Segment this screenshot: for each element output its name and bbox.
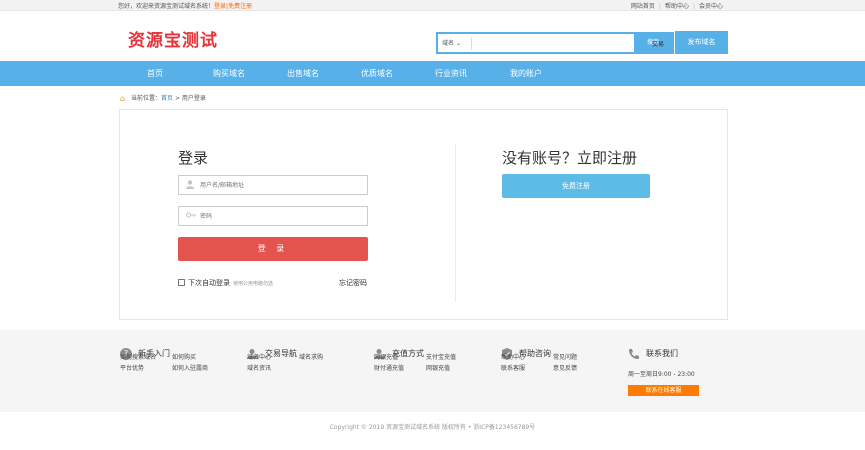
- user-icon: [186, 180, 194, 192]
- footer-row: 域名资讯: [247, 363, 323, 374]
- key-icon: [186, 211, 196, 222]
- footer-col-contact: 联系我们 周一至周日9:00 - 23:00 联系在线客服: [628, 347, 699, 396]
- footer-links-help: 帮助中心 常见问题 联系客服 意见反馈: [501, 352, 577, 374]
- footer-links-beginner: 如何搜索域名 如何购买 平台优势 如何入驻露商: [120, 352, 208, 374]
- service-hours: 周一至周日9:00 - 23:00: [628, 371, 695, 378]
- forgot-password-link[interactable]: 忘记密码: [339, 278, 367, 288]
- footer-link[interactable]: 如何搜索域名: [120, 352, 172, 363]
- footer-row: 财付通充值 网银充值: [374, 363, 456, 374]
- nav-buy-domain[interactable]: 购买域名: [213, 61, 245, 86]
- breadcrumb-prefix: 当前位置：: [131, 95, 162, 102]
- footer-link[interactable]: 域名中心: [247, 352, 299, 363]
- breadcrumb: ⌂ 当前位置：首页 > 用户登录: [120, 93, 206, 103]
- footer-link[interactable]: 平台优势: [120, 363, 172, 374]
- footer-row: 平台优势 如何入驻露商: [120, 363, 208, 374]
- footer-link[interactable]: 联系客服: [501, 363, 553, 374]
- footer-link[interactable]: 网银充值: [374, 352, 426, 363]
- footer-link[interactable]: 帮助中心: [501, 352, 553, 363]
- divider: |: [692, 3, 695, 10]
- login-panel: 登录 登 录 下次自动登录使用公用电脑勿选 忘记密码 没有账号？立即注册 免费注…: [119, 109, 728, 320]
- footer-title: 联系我们: [646, 349, 678, 358]
- top-right-links: 网站首页 | 帮助中心 | 会员中心: [631, 1, 723, 10]
- phone-icon-svg: [629, 348, 639, 359]
- remember-me[interactable]: 下次自动登录 使用公用电脑勿选: [178, 278, 273, 288]
- remember-checkbox[interactable]: [178, 279, 185, 286]
- free-register-button[interactable]: 免费注册: [502, 174, 650, 198]
- nav-my-account[interactable]: 我的账户: [510, 61, 542, 86]
- divider: |: [658, 3, 661, 10]
- copyright-text: Copyright © 2019 资源宝测试域名系统 版权所有 • 浙ICP备1…: [329, 424, 536, 431]
- breadcrumb-current: 用户登录: [181, 95, 206, 102]
- remember-label: 下次自动登录: [188, 279, 230, 287]
- footer-links-trade: 域名中心 域名求购 域名资讯: [247, 352, 323, 374]
- breadcrumb-separator: >: [173, 95, 182, 102]
- key-icon-svg: [186, 212, 196, 218]
- trade-link[interactable]: 交易: [652, 39, 664, 48]
- site-logo[interactable]: 资源宝测试: [128, 26, 218, 51]
- username-field[interactable]: [178, 175, 368, 195]
- online-service-button[interactable]: 联系在线客服: [628, 385, 699, 396]
- footer-row: 帮助中心 常见问题: [501, 352, 577, 363]
- publish-domain-button[interactable]: 发布域名: [675, 31, 728, 54]
- footer-row: 域名中心 域名求购: [247, 352, 323, 363]
- remember-hint: 使用公用电脑勿选: [233, 281, 274, 287]
- search-type-select[interactable]: 域名 ⌄: [440, 37, 472, 50]
- top-bar: 您好，欢迎来资源宝测试域名系统！登录|免费注册 网站首页 | 帮助中心 | 会员中心: [0, 0, 865, 11]
- nav-premium-domain[interactable]: 优质域名: [361, 61, 393, 86]
- footer-link[interactable]: 支付宝充值: [426, 354, 456, 361]
- search-input[interactable]: [474, 36, 608, 51]
- phone-icon: [628, 348, 640, 360]
- help-center-link[interactable]: 帮助中心: [665, 3, 689, 10]
- search-type-value: 域名: [442, 40, 455, 47]
- panel-divider: [455, 144, 456, 302]
- home-icon: ⌂: [120, 94, 126, 103]
- footer-link[interactable]: 如何入驻露商: [172, 365, 208, 372]
- member-center-link[interactable]: 会员中心: [699, 3, 723, 10]
- nav-home[interactable]: 首页: [147, 61, 163, 86]
- footer: ? 新手入门 如何搜索域名 如何购买 平台优势 如何入驻露商 交易导航 域名中心 域名求…: [0, 330, 865, 412]
- site-home-link[interactable]: 网站首页: [631, 3, 655, 10]
- username-input[interactable]: [200, 179, 360, 191]
- register-title: 没有账号？立即注册: [502, 149, 638, 167]
- footer-link[interactable]: 常见问题: [553, 354, 577, 361]
- footer-row: 如何搜索域名 如何购买: [120, 352, 208, 363]
- top-login-link[interactable]: 登录: [214, 3, 226, 10]
- password-field[interactable]: [178, 206, 368, 226]
- footer-link[interactable]: 域名资讯: [247, 365, 271, 372]
- welcome-area: 您好，欢迎来资源宝测试域名系统！登录|免费注册: [118, 1, 252, 10]
- main-nav: 首页 购买域名 出售域名 优质域名 行业资讯 我的账户: [0, 61, 865, 86]
- password-input[interactable]: [200, 210, 360, 222]
- footer-link[interactable]: 财付通充值: [374, 363, 426, 374]
- chevron-down-icon: ⌄: [455, 40, 461, 47]
- footer-link[interactable]: 网银充值: [426, 365, 450, 372]
- footer-links-recharge: 网银充值 支付宝充值 财付通充值 网银充值: [374, 352, 456, 374]
- footer-heading: 联系我们: [628, 347, 678, 361]
- footer-link[interactable]: 域名求购: [299, 354, 323, 361]
- footer-row: 网银充值 支付宝充值: [374, 352, 456, 363]
- breadcrumb-home-link[interactable]: 首页: [161, 95, 173, 102]
- nav-sell-domain[interactable]: 出售域名: [287, 61, 319, 86]
- welcome-text: 您好，欢迎来资源宝测试域名系统！: [118, 3, 215, 10]
- top-register-link[interactable]: 免费注册: [228, 3, 252, 10]
- login-button[interactable]: 登 录: [178, 237, 368, 261]
- search-box: 域名 ⌄ 搜索: [436, 32, 674, 54]
- footer-link[interactable]: 意见反馈: [553, 365, 577, 372]
- login-title: 登录: [178, 149, 209, 167]
- footer-row: 联系客服 意见反馈: [501, 363, 577, 374]
- nav-industry-news[interactable]: 行业资讯: [435, 61, 467, 86]
- user-icon-svg: [186, 180, 194, 189]
- footer-link[interactable]: 如何购买: [172, 354, 196, 361]
